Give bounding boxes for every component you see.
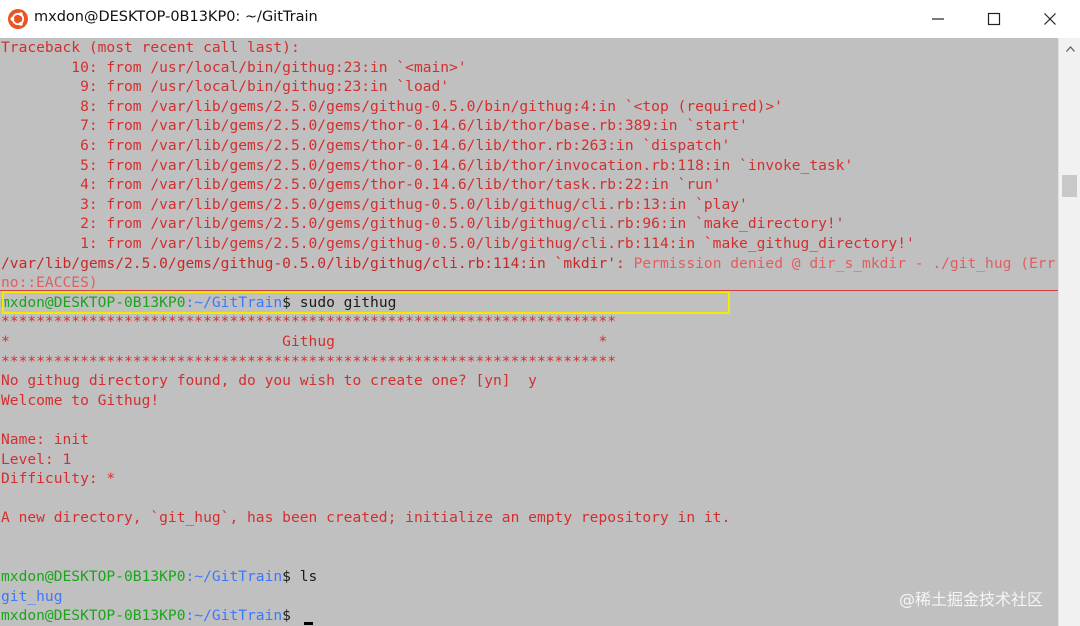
- close-icon: [1044, 13, 1056, 25]
- error-message: Permission denied @ dir_s_mkdir - ./git_…: [624, 254, 1056, 272]
- vertical-scrollbar[interactable]: [1058, 38, 1080, 626]
- output-line: Difficulty: *: [1, 470, 116, 488]
- banner-stars: ****************************************…: [1, 352, 617, 370]
- traceback-line: 7: from /var/lib/gems/2.5.0/gems/thor-0.…: [1, 117, 748, 135]
- banner-right: *: [598, 333, 608, 350]
- traceback-line: 3: from /var/lib/gems/2.5.0/gems/githug-…: [1, 195, 748, 213]
- traceback-line: 2: from /var/lib/gems/2.5.0/gems/githug-…: [1, 215, 845, 233]
- prompt-path: :~/GitTrain: [185, 607, 283, 625]
- prompt-line: mxdon@DESKTOP-0B13KP0:~/GitTrain$ ls: [1, 567, 317, 586]
- traceback-line: 8: from /var/lib/gems/2.5.0/gems/githug-…: [1, 97, 783, 115]
- close-button[interactable]: [1022, 0, 1078, 38]
- error-line: /var/lib/gems/2.5.0/gems/githug-0.5.0/li…: [1, 254, 1055, 273]
- ubuntu-icon: [8, 9, 28, 29]
- output-line: No githug directory found, do you wish t…: [1, 372, 537, 390]
- prompt-command: [291, 607, 300, 624]
- banner-title: Githug: [9, 333, 599, 350]
- banner-stars: ****************************************…: [1, 313, 617, 331]
- traceback-line: 4: from /var/lib/gems/2.5.0/gems/thor-0.…: [1, 176, 722, 194]
- output-line: Name: init: [1, 431, 89, 448]
- scroll-up-icon: [1065, 46, 1075, 52]
- terminal-output[interactable]: Traceback (most recent call last): 10: f…: [0, 38, 1058, 626]
- text-cursor: [303, 622, 313, 626]
- window-title: mxdon@DESKTOP-0B13KP0: ~/GitTrain: [34, 9, 318, 25]
- output-line: A new directory, `git_hug`, has been cre…: [1, 509, 731, 527]
- prompt-dollar: $: [282, 607, 291, 625]
- prompt-command: ls: [290, 568, 318, 586]
- minimize-icon: [932, 18, 944, 20]
- watermark: @稀土掘金技术社区: [899, 590, 1044, 609]
- traceback-line: 6: from /var/lib/gems/2.5.0/gems/thor-0.…: [1, 137, 731, 154]
- prompt-user: mxdon@DESKTOP-0B13KP0: [1, 568, 186, 586]
- traceback-line: 5: from /var/lib/gems/2.5.0/gems/thor-0.…: [1, 156, 854, 174]
- maximize-icon: [987, 12, 1001, 26]
- banner-left: *: [1, 333, 10, 350]
- title-bar[interactable]: mxdon@DESKTOP-0B13KP0: ~/GitTrain: [0, 0, 1080, 39]
- output-line: Welcome to Githug!: [1, 391, 160, 409]
- banner-title-line: * Githug *: [1, 332, 607, 351]
- scroll-thumb[interactable]: [1062, 175, 1077, 197]
- prompt-dollar: $: [282, 568, 291, 586]
- prompt-path: :~/GitTrain: [185, 568, 283, 586]
- scroll-up-button[interactable]: [1059, 38, 1080, 60]
- highlight-box: [2, 291, 730, 314]
- traceback-line: 1: from /var/lib/gems/2.5.0/gems/githug-…: [1, 235, 915, 252]
- traceback-line: 9: from /usr/local/bin/githug:23:in `loa…: [1, 78, 450, 96]
- output-line: Level: 1: [1, 450, 72, 468]
- prompt-user: mxdon@DESKTOP-0B13KP0: [1, 607, 186, 625]
- maximize-button[interactable]: [966, 0, 1022, 38]
- minimize-button[interactable]: [910, 0, 966, 38]
- traceback-line: 10: from /usr/local/bin/githug:23:in `<m…: [1, 58, 467, 76]
- prompt-line[interactable]: mxdon@DESKTOP-0B13KP0:~/GitTrain$: [1, 606, 313, 626]
- error-location: /var/lib/gems/2.5.0/gems/githug-0.5.0/li…: [1, 254, 625, 272]
- traceback-header: Traceback (most recent call last):: [1, 39, 300, 56]
- ls-output: git_hug: [1, 587, 63, 605]
